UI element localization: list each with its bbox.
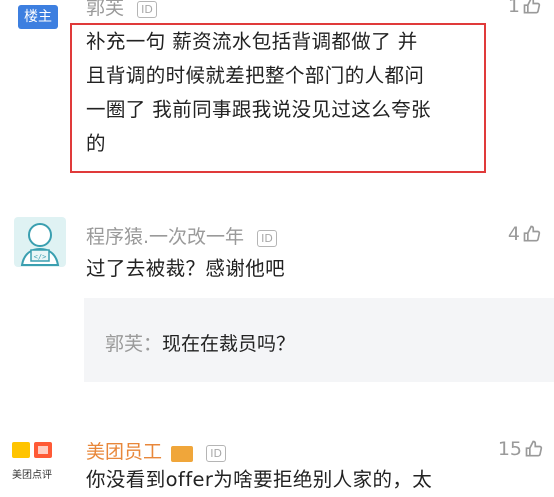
comment-3-header: 美团员工 ID	[86, 437, 226, 464]
like-button[interactable]: 1	[508, 0, 542, 17]
meituan-logo-icon	[12, 442, 52, 458]
like-count: 1	[507, 0, 520, 17]
thumbs-up-icon	[525, 440, 543, 457]
thumbs-up-icon	[523, 0, 541, 14]
comment-1-text: 补充一句 薪资流水包括背调都做了 并 且背调的时候就差把整个部门的人都问 一圈了…	[86, 25, 486, 161]
reply-author[interactable]: 郭芙	[105, 333, 143, 355]
comment-3-text: 你没看到offer为啥要拒绝别人家的，太	[86, 468, 433, 491]
author-name[interactable]: 美团员工	[86, 441, 162, 463]
like-button[interactable]: 4	[508, 223, 542, 245]
text-line: 的	[86, 132, 106, 155]
like-button[interactable]: 15	[498, 438, 544, 460]
text-line: 一圈了 我前同事跟我说没见过这么夸张	[86, 98, 431, 121]
avatar-coder-icon: </>	[14, 217, 66, 267]
like-count: 15	[497, 438, 522, 460]
avatar[interactable]: </>	[14, 217, 66, 267]
text-line: 且背调的时候就差把整个部门的人都问	[86, 64, 425, 87]
reply-text: 现在在裁员吗？	[162, 333, 296, 355]
svg-text:</>: </>	[34, 253, 47, 261]
text-line: 补充一句 薪资流水包括背调都做了 并	[86, 30, 418, 53]
verified-badge-icon	[171, 445, 194, 462]
id-badge: ID	[137, 1, 157, 18]
author-name[interactable]: 程序猿.一次改一年	[86, 226, 244, 248]
comment-2-text: 过了去被裁？感谢他吧	[86, 257, 286, 280]
id-badge: ID	[206, 445, 226, 462]
author-name[interactable]: 郭芙	[86, 0, 124, 19]
avatar[interactable]: 美团点评	[12, 440, 62, 481]
reply-separator: ：	[143, 333, 163, 355]
comment-1-header: 郭芙 ID	[86, 0, 157, 20]
comment-2-header: 程序猿.一次改一年 ID	[86, 222, 277, 249]
host-badge: 楼主	[18, 5, 58, 29]
id-badge: ID	[257, 230, 277, 247]
avatar-caption: 美团点评	[12, 470, 52, 481]
reply: 郭芙：现在在裁员吗？	[105, 329, 295, 356]
like-count: 4	[507, 223, 520, 245]
thumbs-up-icon	[523, 225, 541, 242]
